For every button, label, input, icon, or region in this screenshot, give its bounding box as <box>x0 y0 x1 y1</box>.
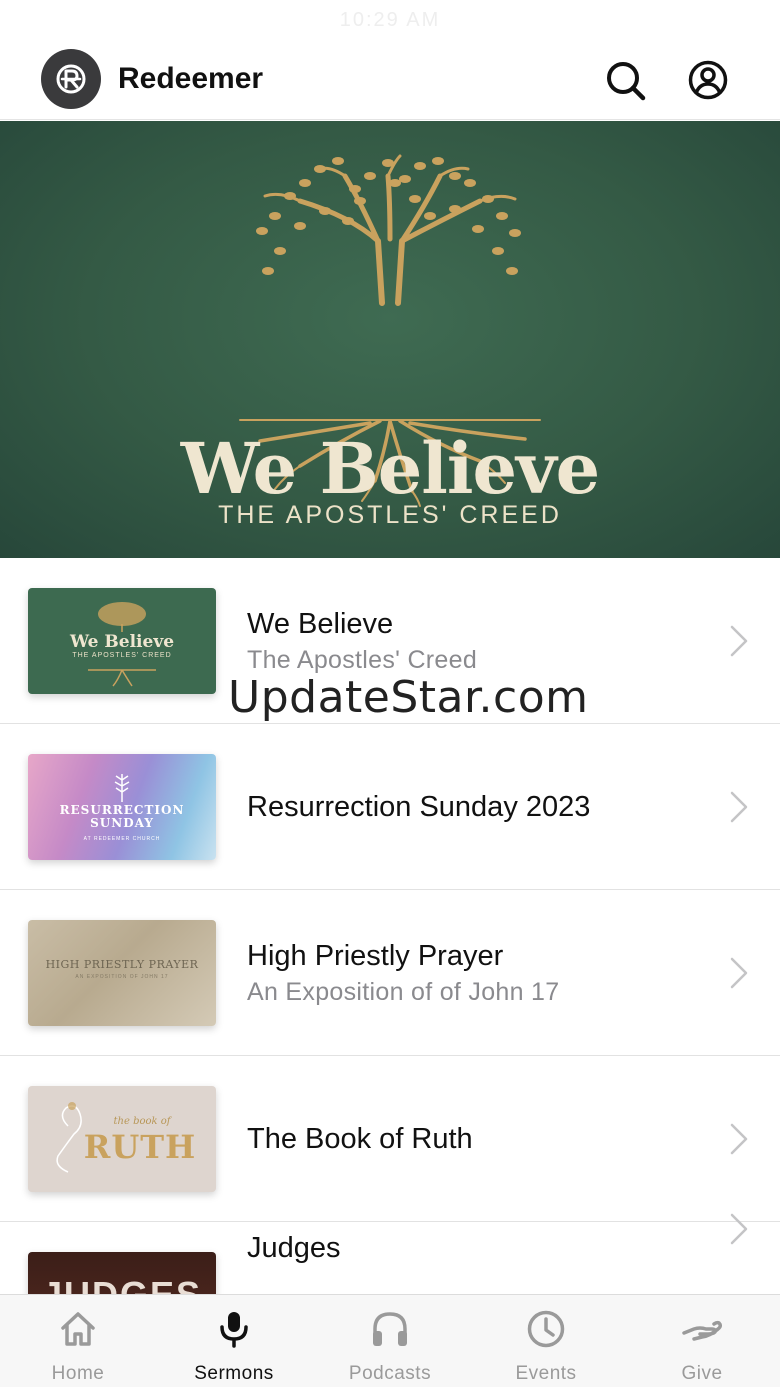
watermark-text: UpdateStar.com <box>228 672 589 723</box>
thumbnail-title: RESURRECTION SUNDAY <box>59 803 185 830</box>
status-time: 10:29 AM <box>339 9 441 31</box>
series-thumbnail: We Believe THE APOSTLES' CREED <box>28 588 216 694</box>
search-icon <box>607 62 646 101</box>
chevron-right-icon <box>730 1123 748 1155</box>
home-icon <box>61 1312 95 1346</box>
tab-label: Events <box>515 1363 577 1384</box>
bottom-tab-bar: Home Sermons Podcasts Events Give <box>0 1294 780 1387</box>
profile-button[interactable] <box>686 58 730 102</box>
list-item[interactable]: RESURRECTION SUNDAY AT REDEEMER CHURCH R… <box>0 724 780 890</box>
chevron-right-icon <box>730 1213 748 1245</box>
headphones-icon <box>373 1312 407 1346</box>
series-subtitle: An Exposition of of John 17 <box>247 978 560 1006</box>
hero-title: We Believe <box>180 427 600 510</box>
profile-icon <box>688 60 728 100</box>
tab-label: Podcasts <box>348 1363 432 1384</box>
tab-sermons[interactable]: Sermons <box>156 1295 312 1387</box>
series-thumbnail: JUDGES <box>28 1252 216 1294</box>
tab-events[interactable]: Events <box>468 1295 624 1387</box>
app-header: Redeemer <box>0 40 780 120</box>
series-thumbnail: the book of RUTH <box>28 1086 216 1192</box>
series-title: Resurrection Sunday 2023 <box>247 791 591 823</box>
tab-label: Sermons <box>194 1363 274 1384</box>
series-subtitle: The Apostles' Creed <box>247 646 478 674</box>
app-title: Redeemer <box>118 62 264 95</box>
tab-home[interactable]: Home <box>0 1295 156 1387</box>
clock-icon <box>527 1310 565 1348</box>
microphone-icon <box>220 1312 248 1348</box>
giving-hand-icon <box>682 1320 722 1341</box>
sermon-series-list: We Believe THE APOSTLES' CREED We Believ… <box>0 558 780 1294</box>
hero-subtitle: THE APOSTLES' CREED <box>218 501 562 529</box>
chevron-right-icon <box>730 625 748 657</box>
tab-give[interactable]: Give <box>624 1295 780 1387</box>
tab-label: Give <box>681 1363 723 1384</box>
list-item[interactable]: the book of RUTH The Book of Ruth <box>0 1056 780 1222</box>
series-title: High Priestly Prayer <box>247 940 504 972</box>
search-button[interactable] <box>603 58 647 102</box>
status-bar: 10:29 AM <box>0 0 780 40</box>
featured-series-banner[interactable]: We Believe THE APOSTLES' CREED <box>0 121 780 558</box>
logo-mark-icon <box>56 64 86 94</box>
thumbnail-subtitle: AN EXPOSITION OF JOHN 17 <box>75 974 169 980</box>
series-title: The Book of Ruth <box>247 1123 473 1155</box>
church-logo[interactable] <box>41 49 101 109</box>
chevron-right-icon <box>730 957 748 989</box>
tab-label: Home <box>51 1363 105 1384</box>
series-thumbnail: RESURRECTION SUNDAY AT REDEEMER CHURCH <box>28 754 216 860</box>
list-item[interactable]: HIGH PRIESTLY PRAYER AN EXPOSITION OF JO… <box>0 890 780 1056</box>
thumbnail-subtitle: THE APOSTLES' CREED <box>72 652 172 659</box>
thumbnail-subtitle: AT REDEEMER CHURCH <box>83 836 161 842</box>
tab-podcasts[interactable]: Podcasts <box>312 1295 468 1387</box>
thumbnail-title: RUTH <box>83 1128 197 1166</box>
list-item[interactable]: JUDGES Judges <box>0 1213 780 1294</box>
thumbnail-title: JUDGES <box>28 1274 216 1294</box>
series-title: Judges <box>247 1232 341 1264</box>
thumbnail-title: We Believe <box>69 632 175 652</box>
chevron-right-icon <box>730 791 748 823</box>
thumbnail-title: HIGH PRIESTLY PRAYER <box>45 958 199 971</box>
series-thumbnail: HIGH PRIESTLY PRAYER AN EXPOSITION OF JO… <box>28 920 216 1026</box>
thumbnail-subtitle: the book of <box>113 1116 171 1127</box>
series-title: We Believe <box>247 608 394 640</box>
